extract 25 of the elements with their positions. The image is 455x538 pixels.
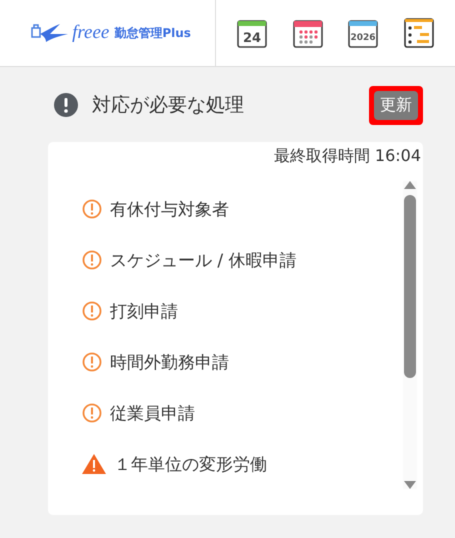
logo-product: 勤怠管理Plus xyxy=(114,24,191,42)
scroll-down-icon[interactable] xyxy=(404,481,416,489)
task-link[interactable]: １年単位の変形労働 xyxy=(114,452,267,476)
task-link[interactable]: スケジュール / 休暇申請 xyxy=(110,248,297,272)
logo-brand: freee xyxy=(72,22,110,44)
alert-icon xyxy=(82,301,102,321)
task-link[interactable]: 時間外勤務申請 xyxy=(110,350,229,374)
scrollbar[interactable] xyxy=(403,181,417,489)
alert-icon xyxy=(82,403,102,423)
calendar-icon[interactable]: 24 xyxy=(236,18,267,48)
scroll-up-icon[interactable] xyxy=(404,181,416,189)
refresh-button[interactable]: 更新 xyxy=(374,90,418,120)
exclamation-icon xyxy=(54,93,78,117)
alert-icon xyxy=(82,352,102,372)
gantt-chart-icon[interactable] xyxy=(404,18,434,48)
task-link[interactable]: 打刻申請 xyxy=(110,300,178,322)
section-title: 対応が必要な処理 xyxy=(92,93,245,118)
alert-icon xyxy=(82,199,102,219)
warning-icon xyxy=(82,454,106,474)
last-fetched-time: 最終取得時間 16:04 xyxy=(272,145,422,167)
calendar-icon[interactable]: 2026 xyxy=(348,18,378,48)
task-link[interactable]: 従業員申請 xyxy=(110,402,195,424)
task-link[interactable]: 有休付与対象者 xyxy=(110,198,229,220)
calendar-icon[interactable] xyxy=(292,18,323,48)
alert-icon xyxy=(82,250,102,270)
